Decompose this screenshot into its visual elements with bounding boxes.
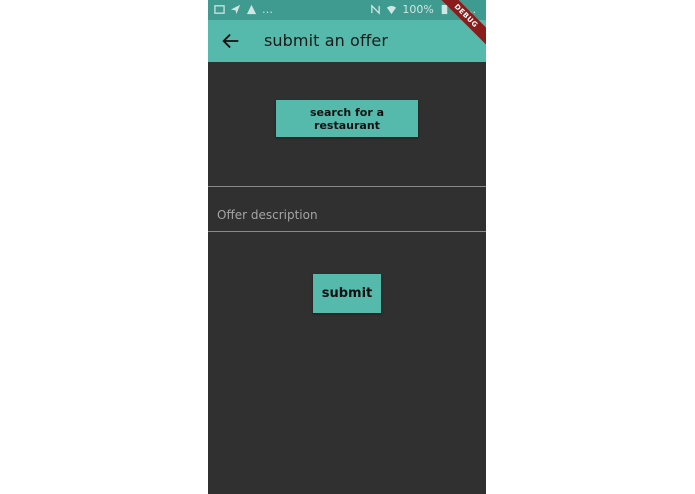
page-title: submit an offer <box>264 31 389 50</box>
wifi-icon <box>387 5 397 15</box>
nfc-icon <box>371 4 381 15</box>
divider-top <box>208 186 486 187</box>
app-screen: … 100% 7:... submit an offer DEBUG searc… <box>208 0 486 494</box>
photo-icon <box>214 5 225 14</box>
submit-button[interactable]: submit <box>313 274 381 313</box>
warning-icon <box>246 4 257 15</box>
input-underline <box>208 231 486 232</box>
send-icon <box>230 4 241 15</box>
offer-description-field[interactable] <box>208 200 486 230</box>
app-bar: submit an offer <box>208 20 486 62</box>
notification-icons: … <box>214 3 273 16</box>
search-restaurant-button[interactable]: search for a restaurant <box>276 100 418 137</box>
offer-description-input[interactable] <box>208 200 486 230</box>
battery-percent: 100% <box>402 3 434 16</box>
arrow-left-icon[interactable] <box>220 30 242 52</box>
more-notifications-icon: … <box>262 3 273 16</box>
